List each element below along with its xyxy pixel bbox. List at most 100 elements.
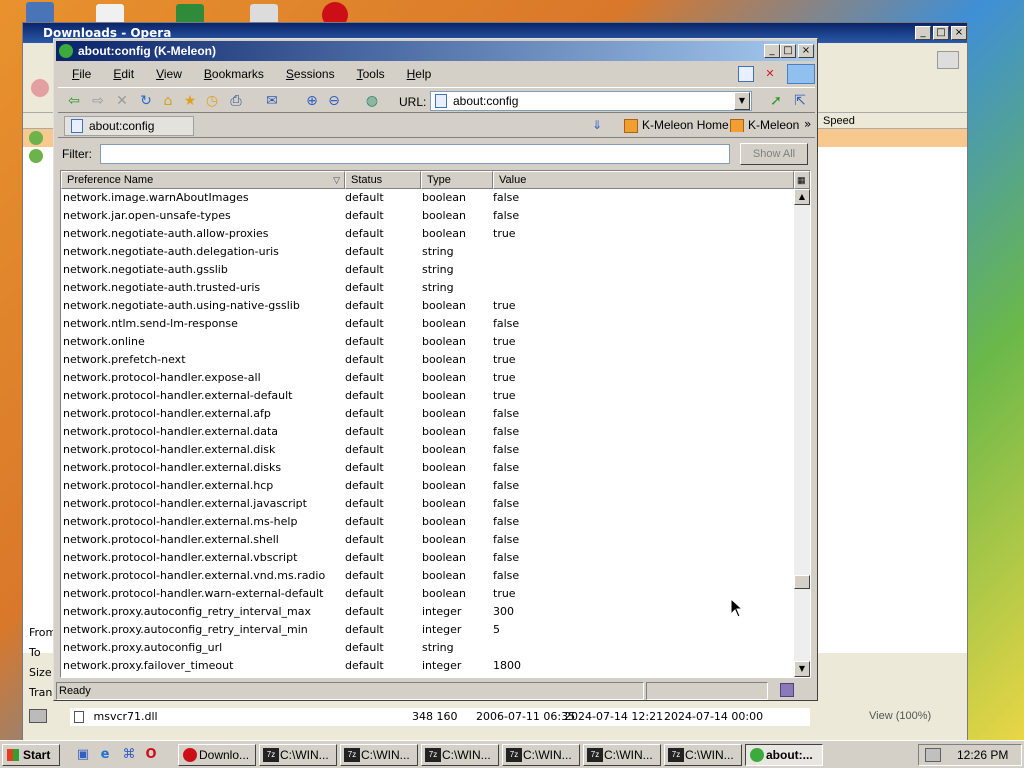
close-tab-icon[interactable]: ✕ (762, 66, 778, 82)
table-row[interactable]: network.negotiate-auth.gsslib default stri… (61, 261, 794, 279)
menu-bookmarks[interactable]: Bookmarks (190, 67, 272, 81)
bookmark-star-icon[interactable]: ★ (180, 91, 200, 111)
table-row[interactable]: network.protocol-handler.expose-all defau… (61, 369, 794, 387)
bookmark-kmeleon-forum[interactable]: K-Meleon Fi (728, 118, 800, 132)
tab-about-config[interactable]: about:config (64, 116, 194, 136)
opera-file-row[interactable]: msvcr71.dll 348 160 2006-07-11 06:35 202… (70, 708, 810, 726)
vertical-scrollbar[interactable]: ▲ ▼ (794, 189, 810, 677)
opera-stop-icon[interactable] (31, 79, 49, 97)
mail-icon[interactable]: ✉ (262, 91, 282, 111)
scroll-up-button[interactable]: ▲ (794, 189, 810, 205)
table-row[interactable]: network.proxy.autoconfig_retry_interval_… (61, 621, 794, 639)
task-7zip-2[interactable]: 7z C:\WIN... (340, 744, 418, 766)
table-row[interactable]: network.protocol-handler.external.ms-hel… (61, 513, 794, 531)
table-row[interactable]: network.prefetch-next default boolean true (61, 351, 794, 369)
scroll-down-button[interactable]: ▼ (794, 661, 810, 677)
column-picker-icon[interactable]: ▦ (794, 171, 810, 189)
table-row[interactable]: network.proxy.failover_timeout default int… (61, 657, 794, 675)
table-row[interactable]: network.protocol-handler.external.javasc… (61, 495, 794, 513)
opera-minimize-button[interactable]: _ (915, 26, 931, 40)
bookmarks-menu-icon[interactable]: ⇓ (588, 118, 606, 134)
url-dropdown-button[interactable]: ▼ (734, 92, 750, 110)
table-row[interactable]: network.protocol-handler.external-defaul… (61, 387, 794, 405)
table-row[interactable]: network.protocol-handler.warn-external-d… (61, 585, 794, 603)
security-lock-icon[interactable] (780, 683, 794, 697)
task-7zip-5[interactable]: 7z C:\WIN... (583, 744, 661, 766)
table-row[interactable]: network.proxy.autoconfig_url default strin… (61, 639, 794, 657)
scroll-thumb[interactable] (794, 575, 810, 589)
opera-panel-toggle-icon[interactable] (29, 709, 47, 723)
home-icon[interactable]: ⌂ (158, 91, 178, 111)
stop-icon[interactable]: ✕ (112, 91, 132, 111)
pref-name-cell: network.protocol-handler.external.vnd.ms… (63, 569, 326, 582)
opera-zoom-control[interactable]: View (100%) (869, 707, 965, 725)
print-icon[interactable]: ⎙ (226, 91, 246, 111)
opera-speed-header[interactable]: Speed (819, 113, 967, 129)
opera-close-button[interactable]: × (951, 26, 967, 40)
tray-app-icon[interactable] (925, 748, 941, 762)
clock[interactable]: 12:26 PM (957, 745, 1008, 765)
kmeleon-minimize-button[interactable]: _ (764, 44, 780, 58)
table-row[interactable]: network.protocol-handler.external.afp def… (61, 405, 794, 423)
table-row[interactable]: network.protocol-handler.external.vbscri… (61, 549, 794, 567)
table-row[interactable]: network.negotiate-auth.trusted-uris defau… (61, 279, 794, 297)
internet-explorer-icon[interactable]: e (96, 746, 114, 764)
table-row[interactable]: network.protocol-handler.external.shell d… (61, 531, 794, 549)
table-row[interactable]: network.protocol-handler.external.hcp def… (61, 477, 794, 495)
task-7zip-3[interactable]: 7z C:\WIN... (421, 744, 499, 766)
bookmark-kmeleon-home[interactable]: K-Meleon Home (622, 118, 729, 133)
forward-icon[interactable]: ⇨ (88, 91, 108, 111)
select-icon[interactable]: ⇱ (790, 91, 810, 111)
show-all-button[interactable]: Show All (740, 143, 808, 165)
table-row[interactable]: network.protocol-handler.external.vnd.ms… (61, 567, 794, 585)
table-row[interactable]: network.negotiate-auth.delegation-uris de… (61, 243, 794, 261)
desktop-icon-my-computer[interactable] (26, 2, 54, 24)
menu-view[interactable]: View (142, 67, 190, 81)
menu-tools[interactable]: Tools (343, 67, 393, 81)
url-input[interactable]: about:config (430, 91, 752, 111)
opera-maximize-button[interactable]: □ (933, 26, 949, 40)
table-row[interactable]: network.protocol-handler.external.disk de… (61, 441, 794, 459)
table-row[interactable]: network.negotiate-auth.using-native-gssl… (61, 297, 794, 315)
table-row[interactable]: network.ntlm.send-lm-response default bool… (61, 315, 794, 333)
kmeleon-close-button[interactable]: × (798, 44, 814, 58)
column-status[interactable]: Status (345, 171, 421, 189)
table-row[interactable]: network.protocol-handler.external.data de… (61, 423, 794, 441)
table-row[interactable]: network.negotiate-auth.allow-proxies defa… (61, 225, 794, 243)
network-icon[interactable]: ⌘ (120, 746, 138, 764)
opera-trash-icon[interactable] (937, 51, 959, 69)
menu-sessions[interactable]: Sessions (272, 67, 343, 81)
privacy-icon[interactable]: ◍ (362, 91, 382, 111)
task-7zip-1[interactable]: 7z C:\WIN... (259, 744, 337, 766)
opera-quicklaunch-icon[interactable]: O (142, 746, 160, 764)
zoom-out-icon[interactable]: ⊖ (324, 91, 344, 111)
table-row[interactable]: network.protocol-handler.external.disks d… (61, 459, 794, 477)
zoom-in-icon[interactable]: ⊕ (302, 91, 322, 111)
new-tab-icon[interactable] (738, 66, 754, 82)
go-icon[interactable]: ➚ (766, 91, 786, 111)
kmeleon-title-bar[interactable]: about:config (K-Meleon) (56, 41, 815, 61)
menu-help[interactable]: Help (393, 67, 440, 81)
task-kmeleon-about-config[interactable]: about:... (745, 744, 823, 766)
task-7zip-4[interactable]: 7z C:\WIN... (502, 744, 580, 766)
filter-input[interactable] (100, 144, 730, 164)
table-row[interactable]: network.jar.open-unsafe-types default bool… (61, 207, 794, 225)
table-row[interactable]: network.proxy.autoconfig_retry_interval_… (61, 603, 794, 621)
task-7zip-6[interactable]: 7z C:\WIN... (664, 744, 742, 766)
show-desktop-icon[interactable]: ▣ (74, 746, 92, 764)
kmeleon-maximize-button[interactable]: □ (780, 44, 796, 58)
start-button[interactable]: Start (2, 744, 60, 766)
menu-file[interactable]: File (58, 67, 99, 81)
history-icon[interactable]: ◷ (202, 91, 222, 111)
column-value[interactable]: Value (493, 171, 794, 189)
reload-icon[interactable]: ↻ (136, 91, 156, 111)
column-type[interactable]: Type (421, 171, 493, 189)
table-row[interactable]: network.image.warnAboutImages default bool… (61, 189, 794, 207)
back-icon[interactable]: ⇦ (64, 91, 84, 111)
chevron-right-icon[interactable]: » (804, 117, 811, 131)
7zip-icon: 7z (344, 748, 360, 762)
column-preference-name[interactable]: Preference Name ▽ (61, 171, 345, 189)
menu-edit[interactable]: Edit (99, 67, 142, 81)
table-row[interactable]: network.online default boolean true (61, 333, 794, 351)
task-opera-downloads[interactable]: Downlo... (178, 744, 256, 766)
